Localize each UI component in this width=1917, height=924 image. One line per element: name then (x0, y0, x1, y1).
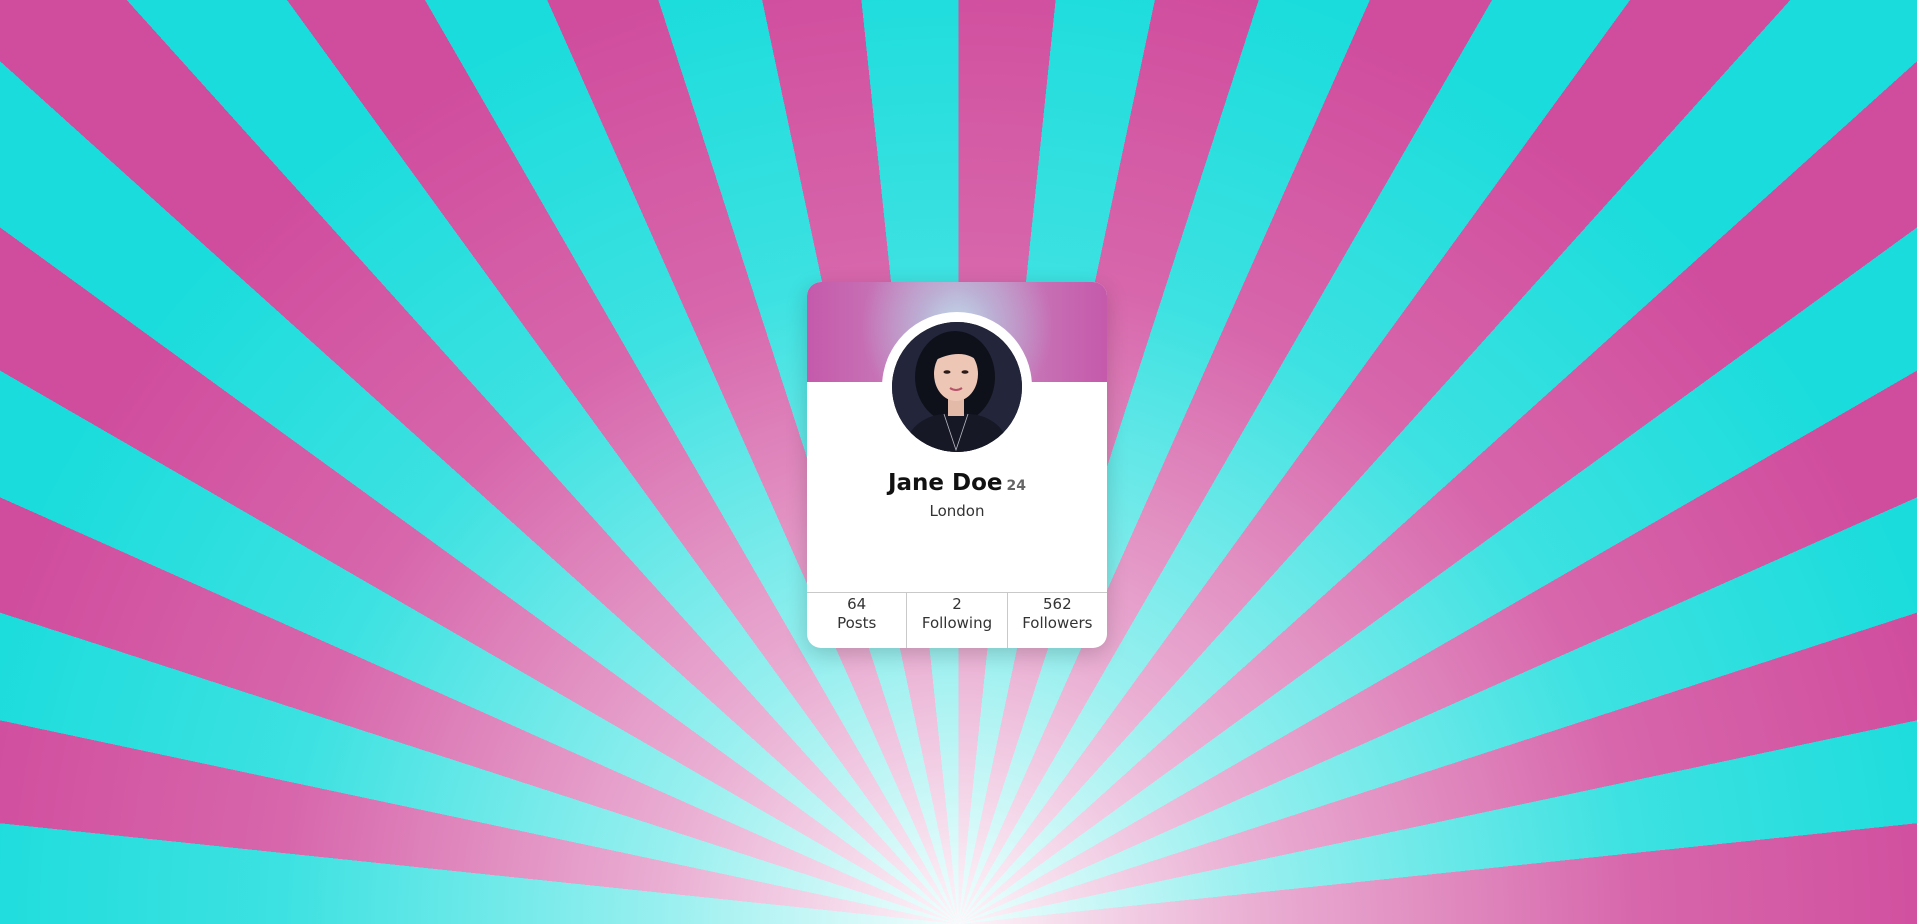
stat-following-label: Following (921, 614, 993, 632)
profile-location: London (929, 502, 985, 520)
stat-posts[interactable]: 64 Posts (807, 593, 906, 648)
name-row: Jane Doe 24 (807, 470, 1107, 496)
profile-name: Jane Doe (887, 470, 1003, 496)
stat-followers[interactable]: 562 Followers (1006, 593, 1107, 648)
stat-posts-value: 64 (847, 595, 867, 613)
stat-followers-label: Followers (1022, 614, 1093, 632)
stat-posts-label: Posts (837, 614, 877, 632)
stat-following-value: 2 (952, 595, 962, 613)
profile-age: 24 (1006, 478, 1027, 494)
stat-following[interactable]: 2 Following (906, 593, 1006, 648)
stat-followers-value: 562 (1043, 595, 1072, 613)
avatar-photo (892, 322, 1022, 452)
avatar (892, 322, 1022, 452)
profile-card: Jane Doe 24 London 64 Posts 2 Following 5… (807, 282, 1107, 648)
stats-bar: 64 Posts 2 Following 562 Followers (807, 592, 1107, 648)
